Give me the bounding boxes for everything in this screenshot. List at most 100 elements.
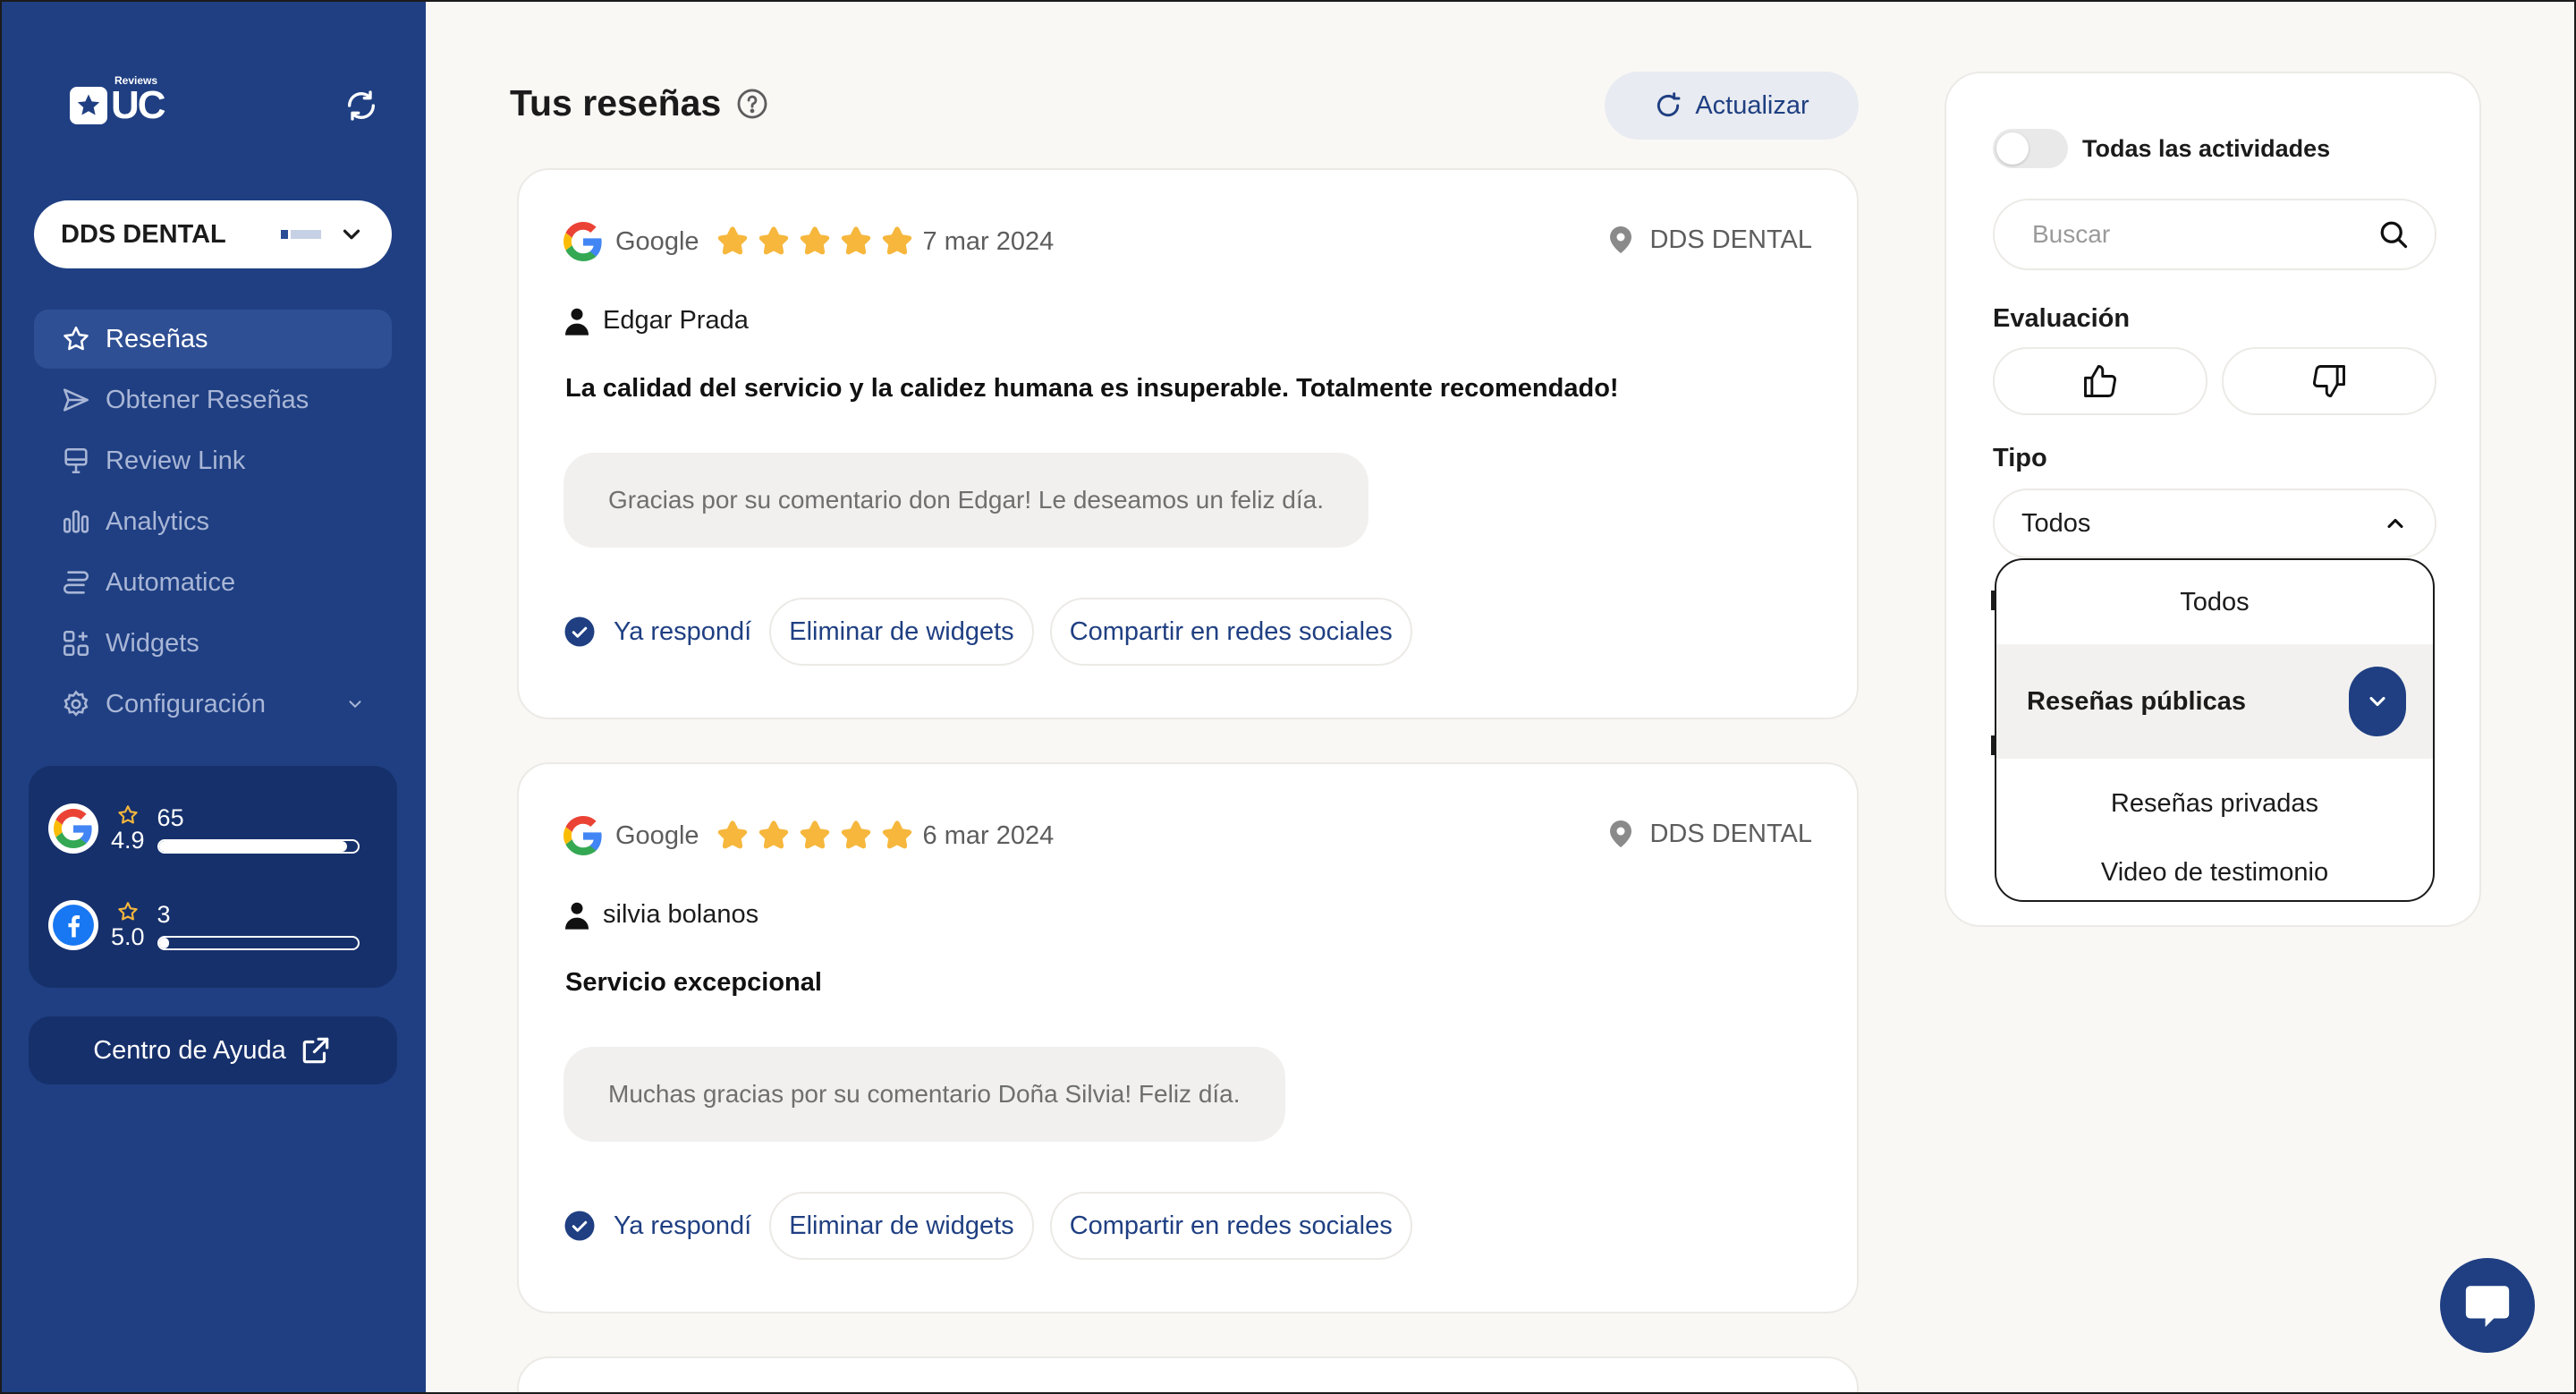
rating-progress-fill xyxy=(158,841,348,852)
replied-status[interactable]: Ya respondí xyxy=(564,616,751,648)
rating-progress-fill xyxy=(158,938,169,948)
review-card xyxy=(517,1356,1859,1394)
review-location: DDS DENTAL xyxy=(1605,224,1812,256)
star-filled-icon xyxy=(841,820,870,849)
replied-label: Ya respondí xyxy=(614,616,752,646)
chevron-down-icon xyxy=(349,701,361,709)
sidebar-item-resenas[interactable]: Reseñas xyxy=(34,310,392,369)
review-author: Edgar Prada xyxy=(565,306,749,336)
search-input[interactable] xyxy=(2032,220,2377,249)
thumbs-down-button[interactable] xyxy=(2222,347,2436,415)
facebook-logo-icon xyxy=(48,900,98,950)
remove-from-widgets-button[interactable]: Eliminar de widgets xyxy=(769,598,1034,666)
star-filled-icon xyxy=(717,226,747,255)
star-filled-icon xyxy=(758,820,788,849)
thumbs-up-icon xyxy=(2084,365,2116,397)
refresh-icon xyxy=(1657,92,1681,117)
review-date: 7 mar 2024 xyxy=(922,226,1055,256)
star-filled-icon xyxy=(758,226,788,255)
all-activities-toggle[interactable] xyxy=(1993,129,2068,168)
review-actions: Ya respondí Eliminar de widgets Comparti… xyxy=(564,1192,1412,1260)
type-option-resenas-publicas[interactable]: Reseñas públicas xyxy=(1996,644,2433,759)
help-center-button[interactable]: Centro de Ayuda xyxy=(29,1016,397,1084)
review-stars xyxy=(714,223,916,260)
type-option-resenas-privadas[interactable]: Reseñas privadas xyxy=(1996,768,2433,839)
page-title: Tus reseñas xyxy=(510,82,769,124)
rating-count: 65 xyxy=(157,804,184,831)
star-filled-icon xyxy=(882,820,911,849)
thumbs-up-button[interactable] xyxy=(1993,347,2207,415)
share-social-button[interactable]: Compartir en redes sociales xyxy=(1049,598,1412,666)
chevron-up-icon xyxy=(2387,518,2403,529)
review-source: Google xyxy=(615,820,699,850)
rating-score: 5.0 xyxy=(111,900,145,951)
search-field xyxy=(1993,199,2436,270)
help-circle-icon[interactable] xyxy=(735,87,769,121)
remove-from-widgets-button[interactable]: Eliminar de widgets xyxy=(769,1192,1034,1260)
widgets-icon xyxy=(63,630,89,657)
sidebar-item-widgets[interactable]: Widgets xyxy=(34,614,392,673)
chevron-down-icon xyxy=(2369,696,2385,707)
selected-chevron-badge xyxy=(2349,667,2406,736)
review-header: Google 6 mar 2024 xyxy=(564,816,1054,855)
sync-icon[interactable] xyxy=(343,88,379,123)
search-icon[interactable] xyxy=(2377,218,2410,251)
chat-bubble-icon xyxy=(2465,1286,2510,1328)
location-pin-icon xyxy=(1610,226,1632,253)
sidebar-item-automatice[interactable]: Automatice xyxy=(34,553,392,612)
google-logo-icon xyxy=(564,222,602,261)
review-card: Google 6 mar 2024 DDS DENTAL silvia bola… xyxy=(517,762,1859,1313)
review-date: 6 mar 2024 xyxy=(922,820,1055,850)
account-logo-thumbnail xyxy=(281,228,322,241)
gear-icon xyxy=(64,690,89,717)
replied-label: Ya respondí xyxy=(614,1211,752,1240)
rating-progress-bar xyxy=(157,839,360,854)
type-option-todos[interactable]: Todos xyxy=(1996,560,2433,644)
review-source: Google xyxy=(615,226,699,256)
type-select-value: Todos xyxy=(2021,508,2091,538)
logo-star-icon xyxy=(70,87,107,124)
rating-count-area: 65 xyxy=(157,803,360,854)
external-link-icon xyxy=(302,1037,329,1064)
type-option-video-testimonio[interactable]: Video de testimonio xyxy=(1996,841,2433,900)
star-filled-icon xyxy=(800,820,829,849)
sidebar-nav: Reseñas Obtener Reseñas Review Link Anal… xyxy=(34,310,392,735)
rating-count-area: 3 xyxy=(157,900,360,950)
check-circle-icon xyxy=(564,1211,595,1241)
automation-icon xyxy=(63,571,89,594)
refresh-button[interactable]: Actualizar xyxy=(1605,72,1859,140)
sidebar-item-configuracion[interactable]: Configuración xyxy=(34,675,392,734)
chevron-down-icon xyxy=(343,229,360,240)
sidebar-item-obtener-resenas[interactable]: Obtener Reseñas xyxy=(34,370,392,429)
type-option-label: Reseñas públicas xyxy=(2027,686,2246,716)
sidebar-item-label: Reseñas xyxy=(106,324,208,353)
review-reply: Muchas gracias por su comentario Doña Si… xyxy=(564,1047,1285,1142)
sidebar-item-label: Widgets xyxy=(106,628,199,658)
brand-logo[interactable]: Reviews UC xyxy=(70,75,166,129)
chat-widget-button[interactable] xyxy=(2440,1258,2535,1353)
review-author-name: silvia bolanos xyxy=(603,900,759,929)
bar-chart-icon xyxy=(63,510,89,533)
star-filled-icon xyxy=(717,820,747,849)
sidebar-item-label: Review Link xyxy=(106,446,246,475)
sidebar-item-review-link[interactable]: Review Link xyxy=(34,431,392,490)
review-actions: Ya respondí Eliminar de widgets Comparti… xyxy=(564,598,1412,666)
all-activities-row: Todas las actividades xyxy=(1993,129,2330,168)
account-selector[interactable]: DDS DENTAL xyxy=(34,200,392,268)
replied-status[interactable]: Ya respondí xyxy=(564,1210,751,1242)
review-author-name: Edgar Prada xyxy=(603,306,749,335)
refresh-label: Actualizar xyxy=(1695,90,1809,120)
account-name: DDS DENTAL xyxy=(61,219,226,249)
review-text: La calidad del servicio y la calidez hum… xyxy=(565,374,1619,403)
review-location-text: DDS DENTAL xyxy=(1649,225,1812,254)
review-stars xyxy=(714,817,916,854)
google-logo-icon xyxy=(564,816,602,855)
help-center-label: Centro de Ayuda xyxy=(93,1035,286,1065)
google-rating: 4.9 65 xyxy=(48,803,360,854)
share-social-button[interactable]: Compartir en redes sociales xyxy=(1049,1192,1412,1260)
review-text: Servicio excepcional xyxy=(565,968,822,997)
type-select[interactable]: Todos xyxy=(1993,489,2436,558)
check-circle-icon xyxy=(564,616,595,647)
sidebar-item-analytics[interactable]: Analytics xyxy=(34,492,392,551)
review-reply: Gracias por su comentario don Edgar! Le … xyxy=(564,453,1368,548)
